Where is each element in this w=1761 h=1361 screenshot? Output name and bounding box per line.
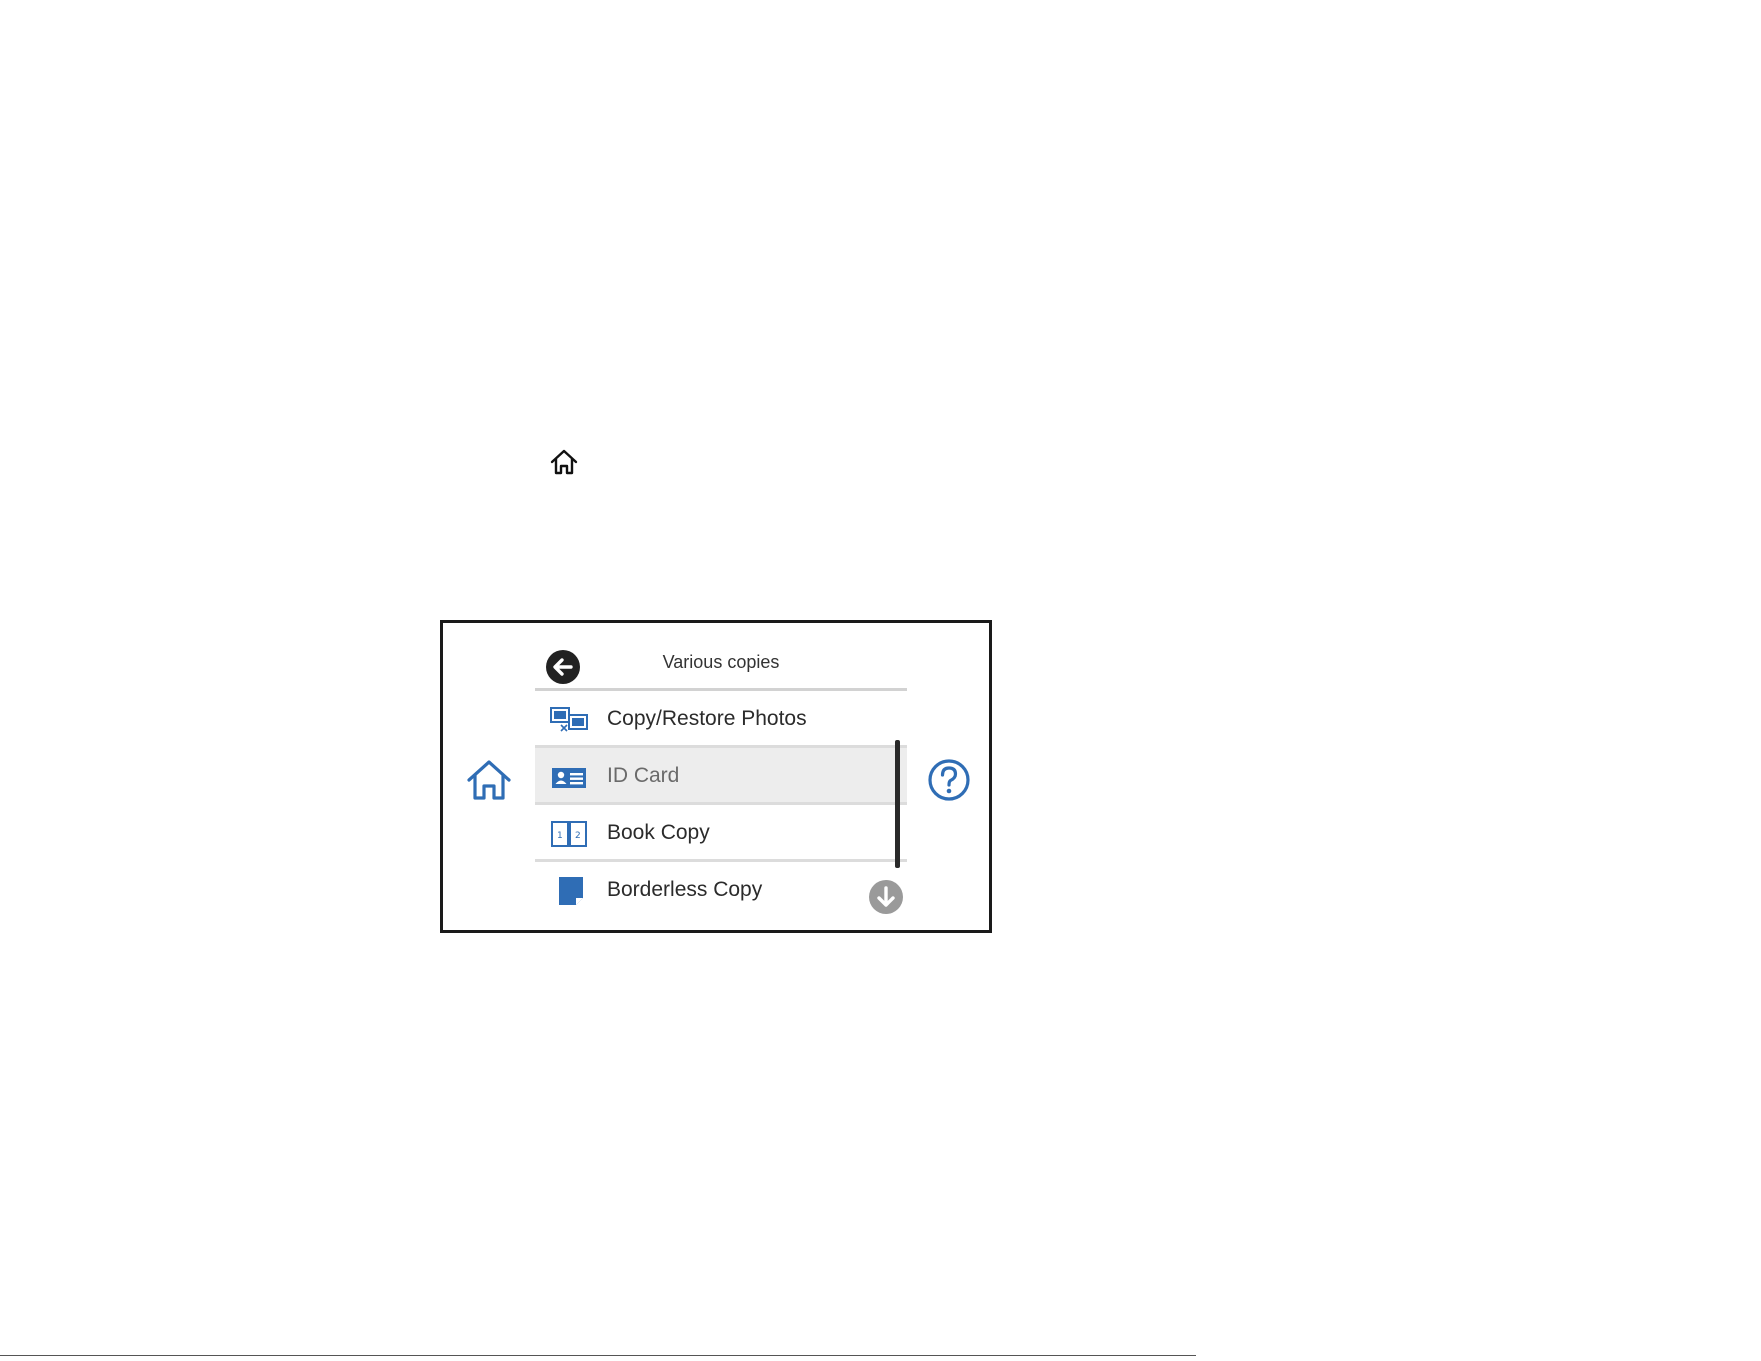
arrow-down-circle-icon: [869, 880, 903, 914]
photos-icon: [549, 705, 591, 735]
menu-item-label: Borderless Copy: [607, 878, 763, 901]
home-button[interactable]: [465, 758, 513, 802]
svg-text:1: 1: [557, 831, 563, 841]
borderless-page-icon: [549, 876, 591, 906]
printer-control-panel: Various copies Copy/Restore Photos ID Ca…: [440, 620, 992, 933]
menu-item-book-copy[interactable]: 1 2 Book Copy: [535, 805, 907, 862]
menu-item-copy-restore-photos[interactable]: Copy/Restore Photos: [535, 691, 907, 748]
menu-item-borderless-copy[interactable]: Borderless Copy: [535, 862, 907, 919]
svg-text:2: 2: [575, 831, 581, 841]
menu-item-label: ID Card: [607, 764, 680, 787]
menu-item-label: Copy/Restore Photos: [607, 707, 807, 730]
help-button[interactable]: [927, 758, 971, 802]
arrow-left-circle-icon: [546, 650, 580, 684]
menu-item-id-card[interactable]: ID Card: [535, 748, 907, 805]
book-icon: 1 2: [549, 819, 591, 849]
page-divider: [0, 1355, 1196, 1356]
copy-options-list: Copy/Restore Photos ID Card 1 2 Book Cop…: [535, 691, 907, 931]
scroll-down-button[interactable]: [867, 878, 905, 916]
id-card-icon: [549, 762, 591, 792]
home-icon: [548, 448, 580, 476]
question-circle-icon: [928, 759, 970, 801]
back-button[interactable]: [545, 649, 581, 685]
scrollbar[interactable]: [895, 740, 900, 868]
home-icon: [467, 760, 511, 800]
menu-item-label: Book Copy: [607, 821, 710, 844]
screen-header: Various copies: [535, 643, 907, 691]
screen-title: Various copies: [662, 652, 780, 672]
